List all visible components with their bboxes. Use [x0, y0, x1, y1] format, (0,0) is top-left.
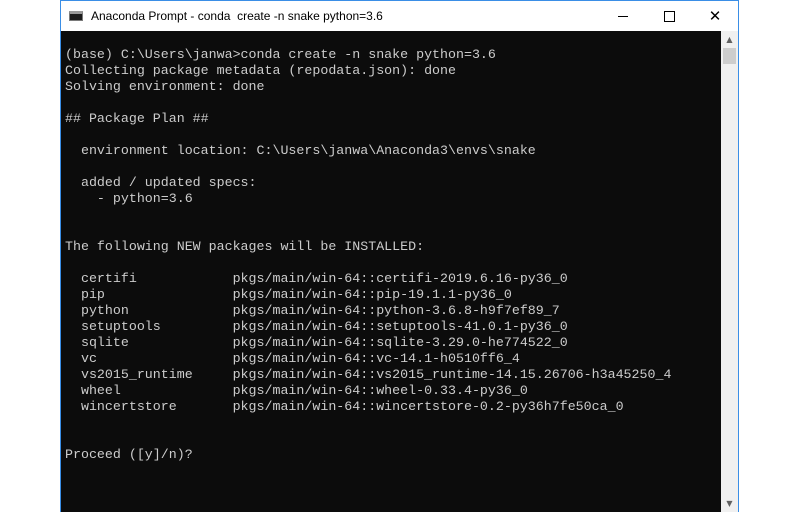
console-line: python pkgs/main/win-64::python-3.6.8-h9…	[65, 303, 560, 318]
minimize-icon	[618, 15, 628, 17]
scroll-thumb[interactable]	[723, 48, 736, 64]
console-window-icon	[69, 11, 83, 21]
console-line: The following NEW packages will be INSTA…	[65, 239, 425, 254]
console-line: ## Package Plan ##	[65, 111, 209, 126]
scroll-up-arrow-icon[interactable]: ▲	[721, 31, 738, 48]
vertical-scrollbar[interactable]: ▲ ▼	[721, 31, 738, 512]
console-line: Collecting package metadata (repodata.js…	[65, 63, 456, 78]
console-line: pip pkgs/main/win-64::pip-19.1.1-py36_0	[65, 287, 512, 302]
console-line: setuptools pkgs/main/win-64::setuptools-…	[65, 319, 568, 334]
console-line: Solving environment: done	[65, 79, 265, 94]
console-line: wheel pkgs/main/win-64::wheel-0.33.4-py3…	[65, 383, 528, 398]
close-icon: ✕	[708, 7, 722, 25]
console-line: vc pkgs/main/win-64::vc-14.1-h0510ff6_4	[65, 351, 520, 366]
minimize-button[interactable]	[600, 1, 646, 31]
title-bar[interactable]: Anaconda Prompt - conda create -n snake …	[61, 0, 738, 31]
console-line: wincertstore pkgs/main/win-64::wincertst…	[65, 399, 624, 414]
console-line: (base) C:\Users\janwa>conda create -n sn…	[65, 47, 496, 62]
maximize-button[interactable]	[646, 1, 692, 31]
console-line: Proceed ([y]/n)?	[65, 447, 193, 462]
console-window: Anaconda Prompt - conda create -n snake …	[60, 0, 739, 512]
console-line: added / updated specs:	[65, 175, 257, 190]
maximize-icon	[663, 10, 675, 22]
console-line: environment location: C:\Users\janwa\Ana…	[65, 143, 536, 158]
scroll-down-arrow-icon[interactable]: ▼	[721, 495, 738, 512]
console-line: certifi pkgs/main/win-64::certifi-2019.6…	[65, 271, 568, 286]
window-title: Anaconda Prompt - conda create -n snake …	[91, 9, 383, 23]
close-button[interactable]: ✕	[692, 1, 738, 31]
console-line: vs2015_runtime pkgs/main/win-64::vs2015_…	[65, 367, 672, 382]
console-output[interactable]: (base) C:\Users\janwa>conda create -n sn…	[65, 47, 722, 507]
console-line: - python=3.6	[65, 191, 193, 206]
console-line: sqlite pkgs/main/win-64::sqlite-3.29.0-h…	[65, 335, 568, 350]
